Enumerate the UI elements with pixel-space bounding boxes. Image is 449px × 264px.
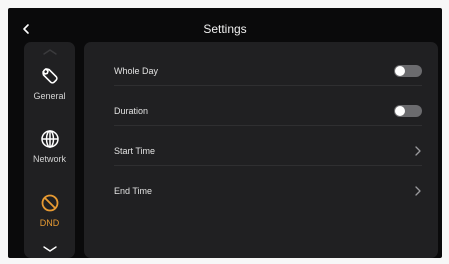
sidebar-item-network[interactable]: Network — [24, 129, 75, 173]
wrench-icon — [41, 68, 58, 84]
setting-label: End Time — [114, 186, 153, 196]
setting-label: Duration — [114, 106, 149, 116]
setting-label: Start Time — [114, 146, 156, 156]
toggle-knob — [395, 106, 405, 116]
settings-screen: Settings General Network DND Whole Day D… — [8, 8, 442, 258]
chevron-right-icon — [415, 186, 421, 196]
toggle-knob — [395, 66, 405, 76]
divider — [114, 125, 422, 126]
sidebar-item-general[interactable]: General — [24, 66, 75, 110]
sidebar-item-dnd[interactable]: DND — [24, 193, 75, 237]
chevron-down-icon — [42, 246, 57, 252]
page-title: Settings — [203, 22, 247, 36]
sidebar-scroll-down[interactable] — [24, 241, 75, 257]
setting-row-whole-day[interactable]: Whole Day — [114, 56, 422, 86]
globe-icon — [40, 130, 59, 148]
sidebar-item-label: General — [33, 91, 66, 101]
sidebar-item-label: Network — [32, 154, 66, 164]
duration-toggle[interactable] — [394, 105, 422, 117]
chevron-up-icon — [42, 49, 57, 55]
divider — [114, 165, 422, 166]
sidebar-scroll-up[interactable] — [24, 44, 75, 60]
settings-panel: Whole Day Duration Start Time End Time — [84, 42, 438, 258]
divider — [114, 85, 422, 86]
whole-day-toggle[interactable] — [394, 65, 422, 77]
sidebar: General Network DND — [24, 42, 75, 258]
setting-label: Whole Day — [114, 66, 159, 76]
setting-row-end-time[interactable]: End Time — [114, 176, 422, 206]
do-not-disturb-icon — [41, 194, 58, 212]
setting-row-duration[interactable]: Duration — [114, 96, 422, 126]
setting-row-start-time[interactable]: Start Time — [114, 136, 422, 166]
sidebar-item-label: DND — [39, 218, 60, 228]
chevron-right-icon — [415, 146, 421, 156]
